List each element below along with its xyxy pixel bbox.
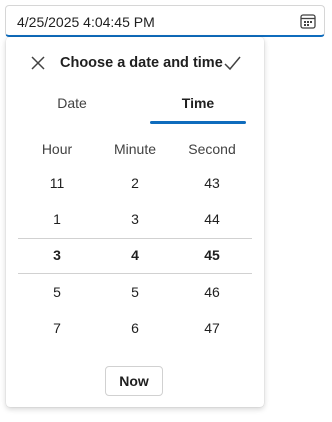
minute-option[interactable]: 5 xyxy=(95,274,175,310)
datetime-value: 4/25/2025 4:04:45 PM xyxy=(17,14,155,30)
tab-selected-indicator xyxy=(150,121,246,124)
column-header-minute: Minute xyxy=(113,141,157,157)
time-row: 1 3 44 xyxy=(6,201,264,237)
time-row: 7 6 47 xyxy=(6,310,264,346)
time-row: 11 2 43 xyxy=(6,165,264,201)
picker-header: Choose a date and time xyxy=(6,37,264,89)
datetime-field[interactable]: 4/25/2025 4:04:45 PM xyxy=(5,5,325,37)
close-icon[interactable] xyxy=(28,53,48,73)
picker-title: Choose a date and time xyxy=(60,55,223,71)
second-option[interactable]: 44 xyxy=(172,201,252,237)
time-row: 5 5 46 xyxy=(6,274,264,310)
minute-option[interactable]: 6 xyxy=(95,310,175,346)
minute-option[interactable]: 2 xyxy=(95,165,175,201)
calendar-icon[interactable] xyxy=(298,11,318,31)
second-option-selected[interactable]: 45 xyxy=(172,237,252,273)
column-header-hour: Hour xyxy=(41,141,73,157)
hour-option[interactable]: 5 xyxy=(17,274,97,310)
hour-option[interactable]: 11 xyxy=(17,165,97,201)
now-button[interactable]: Now xyxy=(105,366,163,396)
column-header-second: Second xyxy=(188,141,236,157)
minute-option[interactable]: 3 xyxy=(95,201,175,237)
checkmark-icon[interactable] xyxy=(222,53,242,73)
time-row-selected: 3 4 45 xyxy=(6,237,264,273)
hour-option-selected[interactable]: 3 xyxy=(17,237,97,273)
second-option[interactable]: 47 xyxy=(172,310,252,346)
tab-date[interactable]: Date xyxy=(22,91,122,125)
second-option[interactable]: 46 xyxy=(172,274,252,310)
minute-option-selected[interactable]: 4 xyxy=(95,237,175,273)
datetime-picker-flyout: Choose a date and time Date Time Hour Mi… xyxy=(6,37,264,407)
picker-tabs: Date Time xyxy=(6,91,264,127)
second-option[interactable]: 43 xyxy=(172,165,252,201)
hour-option[interactable]: 1 xyxy=(17,201,97,237)
hour-option[interactable]: 7 xyxy=(17,310,97,346)
tab-time[interactable]: Time xyxy=(148,91,248,125)
